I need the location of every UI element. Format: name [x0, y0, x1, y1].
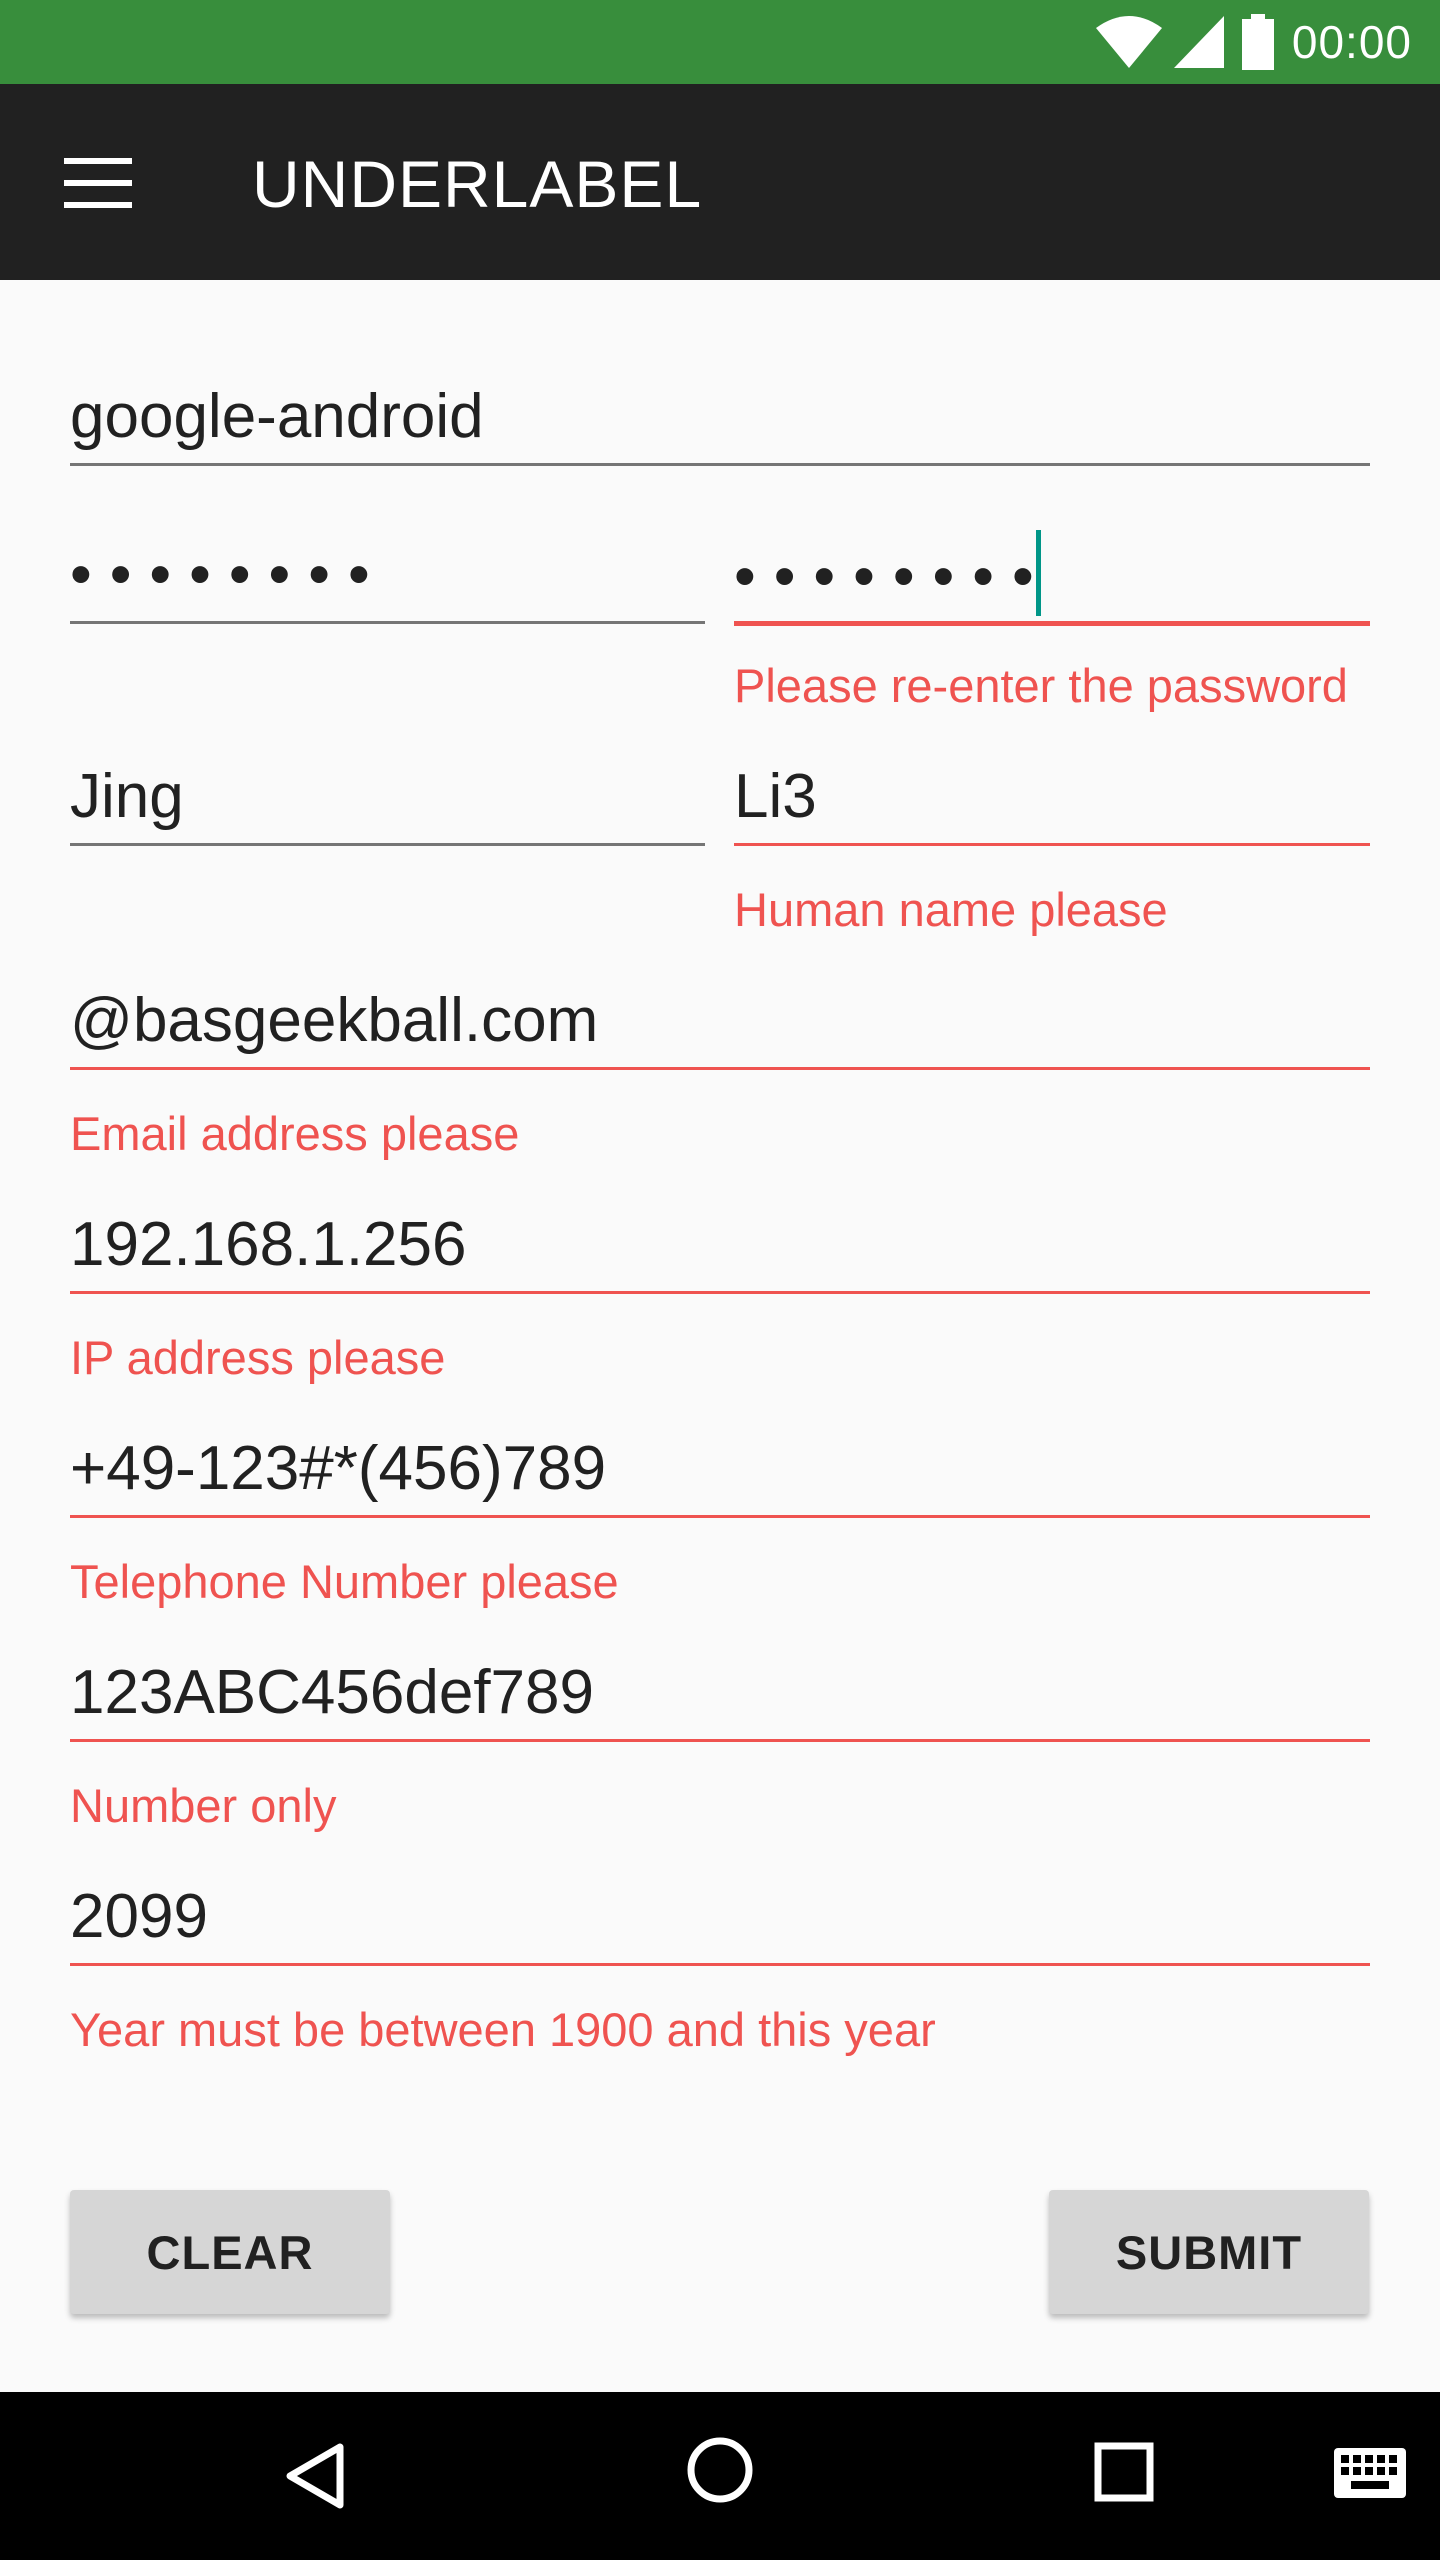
ip-value: 192.168.1.256	[70, 1210, 467, 1279]
password-value: ••••••••	[70, 540, 388, 609]
first-name-underline	[70, 843, 705, 846]
password-field[interactable]: ••••••••	[70, 520, 705, 624]
first-name-value: Jing	[70, 762, 184, 831]
status-bar: 00:00	[0, 0, 1440, 84]
confirm-password-underline	[734, 621, 1370, 626]
status-icons: 00:00	[1094, 12, 1412, 72]
username-underline	[70, 463, 1370, 466]
phone-field[interactable]: +49-123#*(456)789	[70, 1412, 1370, 1518]
email-error: Email address please	[70, 1107, 520, 1160]
phone-error: Telephone Number please	[70, 1555, 619, 1608]
wifi-icon	[1094, 14, 1164, 70]
password-underline	[70, 621, 705, 624]
username-value: google-android	[70, 382, 484, 451]
status-clock: 00:00	[1291, 16, 1412, 68]
year-underline	[70, 1963, 1370, 1966]
ip-field[interactable]: 192.168.1.256	[70, 1188, 1370, 1294]
hamburger-menu-icon[interactable]	[64, 158, 132, 208]
signal-icon	[1172, 14, 1226, 70]
number-field[interactable]: 123ABC456def789	[70, 1636, 1370, 1742]
navigation-bar	[0, 2392, 1440, 2560]
ip-error: IP address please	[70, 1331, 446, 1384]
keyboard-icon[interactable]	[1334, 2448, 1406, 2498]
first-name-field[interactable]: Jing	[70, 740, 705, 846]
app-bar: UNDERLABEL	[0, 84, 1440, 280]
username-field[interactable]: google-android	[70, 360, 1370, 466]
app-title: UNDERLABEL	[252, 147, 703, 221]
recents-icon[interactable]	[1094, 2442, 1154, 2502]
year-error: Year must be between 1900 and this year	[70, 2003, 936, 2056]
last-name-underline	[734, 843, 1370, 846]
number-value: 123ABC456def789	[70, 1658, 595, 1727]
ip-underline	[70, 1291, 1370, 1294]
back-icon[interactable]	[284, 2442, 346, 2510]
screen: 00:00 UNDERLABEL google-android ••••••••…	[0, 0, 1440, 2560]
text-cursor	[1036, 530, 1041, 616]
clear-button[interactable]: CLEAR	[70, 2190, 390, 2314]
battery-icon	[1241, 14, 1274, 70]
home-icon[interactable]	[686, 2436, 754, 2504]
last-name-error: Human name please	[734, 883, 1168, 936]
number-error: Number only	[70, 1779, 337, 1832]
year-field[interactable]: 2099	[70, 1860, 1370, 1966]
email-field[interactable]: @basgeekball.com	[70, 964, 1370, 1070]
number-underline	[70, 1739, 1370, 1742]
phone-underline	[70, 1515, 1370, 1518]
phone-value: +49-123#*(456)789	[70, 1434, 607, 1503]
year-value: 2099	[70, 1882, 208, 1951]
submit-button[interactable]: SUBMIT	[1049, 2190, 1369, 2314]
confirm-password-value: ••••••••	[734, 542, 1052, 611]
last-name-field[interactable]: Li3	[734, 740, 1370, 846]
email-value: @basgeekball.com	[70, 986, 599, 1055]
confirm-password-field[interactable]: ••••••••	[734, 520, 1370, 626]
confirm-password-error: Please re-enter the password	[734, 659, 1348, 712]
last-name-value: Li3	[734, 762, 817, 831]
email-underline	[70, 1067, 1370, 1070]
